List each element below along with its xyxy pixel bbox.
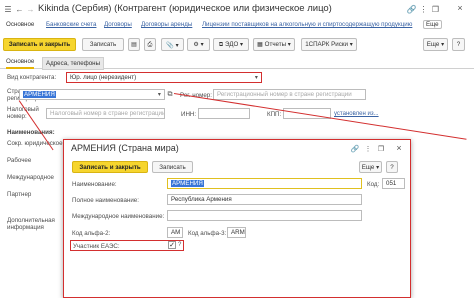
- work-name-label: Рабочее: [7, 157, 32, 164]
- chevron-down-icon: ▾: [157, 91, 161, 98]
- extra-info-label-2: информация: [7, 224, 44, 231]
- close-icon[interactable]: ×: [394, 143, 404, 153]
- reports-label: Отчеты: [264, 41, 287, 48]
- dialog-alpha3-label: Код альфа-3:: [188, 230, 227, 237]
- dialog-eaes-label: Участник ЕАЭС:: [73, 243, 120, 250]
- gear-icon[interactable]: ⚙ ▾: [187, 38, 210, 51]
- dialog-more-button[interactable]: Еще ▾: [359, 161, 382, 173]
- nav-tab-more[interactable]: Еще: [423, 20, 442, 29]
- install-link[interactable]: установлен из...: [334, 111, 379, 117]
- kebab-menu-icon[interactable]: ⋮: [364, 144, 372, 153]
- dialog-intl-name-input[interactable]: [167, 210, 362, 221]
- dialog-name-label: Наименование:: [72, 181, 117, 188]
- chevron-down-icon: ▾: [439, 41, 445, 48]
- vid-label: Вид контрагента:: [7, 74, 57, 81]
- dialog-save-close-button[interactable]: Записать и закрыть: [72, 161, 148, 173]
- kpp-label: КПП:: [267, 111, 282, 118]
- more-label: Еще: [426, 41, 440, 48]
- reg-number-input[interactable]: Регистрационный номер в стране регистрац…: [213, 89, 366, 100]
- nav-tab-lease[interactable]: Договоры аренды: [141, 21, 192, 28]
- kebab-menu-icon[interactable]: ⋮: [419, 4, 428, 14]
- tax-label-2: номер:: [7, 113, 27, 120]
- dialog-full-name-input[interactable]: Республика Армения: [167, 194, 362, 205]
- form-tab-addresses[interactable]: Адреса, телефоны: [42, 57, 105, 70]
- more-button[interactable]: Еще ▾: [423, 38, 448, 51]
- dialog-save-button[interactable]: Записать: [152, 161, 193, 173]
- reports-button[interactable]: ▦ Отчеты ▾: [253, 38, 295, 51]
- dialog-name-input[interactable]: АРМЕНИЯ: [167, 178, 362, 189]
- save-close-button[interactable]: Записать и закрыть: [3, 38, 76, 51]
- partner-label: Партнер: [7, 191, 32, 198]
- nav-tab-licenses[interactable]: Лицензии поставщиков на алкогольную и сп…: [202, 21, 412, 28]
- dialog-title: АРМЕНИЯ (Страна мира): [71, 143, 179, 153]
- edo-label: ЭДО: [225, 41, 239, 48]
- document-icon[interactable]: ▤: [128, 38, 140, 51]
- intl-name-label: Международное: [7, 174, 54, 181]
- dialog-alpha2-input[interactable]: AM: [167, 227, 183, 238]
- back-icon[interactable]: ←: [15, 4, 24, 14]
- dialog-alpha2-label: Код альфа-2:: [72, 230, 111, 237]
- dialog-code-label: Код:: [367, 181, 380, 188]
- reports-icon: ▦: [257, 41, 265, 48]
- chevron-down-icon: ▾: [286, 41, 291, 48]
- open-link-icon[interactable]: ⧉: [166, 90, 174, 99]
- checkmark-icon: ✓: [169, 242, 175, 249]
- extra-info-label-1: Дополнительная: [7, 217, 55, 224]
- nav-tab-contracts[interactable]: Договоры: [104, 21, 132, 28]
- help-button[interactable]: ?: [452, 38, 465, 51]
- inn-label: ИНН:: [181, 111, 197, 118]
- dialog-help-button[interactable]: ?: [386, 161, 398, 173]
- vid-value: Юр. лицо (нерезидент): [70, 74, 137, 81]
- chevron-down-icon: ▾: [374, 163, 380, 171]
- dialog-name-value: АРМЕНИЯ: [171, 180, 204, 187]
- eaes-help-icon[interactable]: ?: [178, 242, 181, 248]
- vid-select[interactable]: Юр. лицо (нерезидент) ▾: [66, 72, 262, 83]
- tax-number-input[interactable]: Налоговый номер в стране регистрации: [46, 108, 165, 119]
- window-title: Kikinda (Сербия) (Контрагент (юридическо…: [38, 3, 332, 14]
- save-button[interactable]: Записать: [82, 38, 124, 51]
- close-icon[interactable]: ×: [455, 3, 465, 13]
- names-label: Наименования:: [7, 129, 55, 136]
- forward-icon[interactable]: →: [26, 4, 35, 14]
- form-tab-main[interactable]: Основное: [6, 58, 35, 69]
- edo-button[interactable]: ⧉ ЭДО ▾: [213, 38, 249, 51]
- spark-button[interactable]: 1СПАРК Риски ▾: [301, 38, 357, 51]
- dialog-code-input[interactable]: 051: [382, 178, 405, 189]
- link-icon[interactable]: 🔗: [407, 4, 417, 14]
- eaes-checkbox[interactable]: ✓: [168, 241, 176, 249]
- dialog-full-name-label: Полное наименование:: [72, 197, 139, 204]
- restore-icon[interactable]: ❐: [431, 4, 440, 14]
- nav-tab-main[interactable]: Основное: [6, 21, 34, 28]
- country-field[interactable]: АРМЕНИЯ ▾: [19, 89, 165, 100]
- chevron-down-icon: ▾: [347, 41, 353, 48]
- attach-icon[interactable]: 📎 ▾: [161, 38, 184, 51]
- print-icon[interactable]: ⎙: [144, 38, 156, 51]
- nav-tab-bank[interactable]: Банковские счета: [46, 21, 96, 28]
- spark-label: 1СПАРК Риски: [305, 41, 348, 48]
- dialog-more-label: Еще: [361, 163, 375, 171]
- dialog-intl-name-label: Международное наименование:: [72, 213, 165, 220]
- restore-icon[interactable]: ❐: [377, 144, 385, 153]
- country-value: АРМЕНИЯ: [23, 91, 56, 98]
- dialog-alpha3-input[interactable]: ARM: [227, 227, 246, 238]
- app-menu-icon[interactable]: ☰: [3, 4, 13, 14]
- chevron-down-icon: ▾: [238, 41, 244, 48]
- chevron-down-icon: ▾: [254, 74, 258, 81]
- short-legal-label: Сокр. юридическое: [7, 140, 63, 147]
- country-dialog: АРМЕНИЯ (Страна мира) 🔗 ⋮ ❐ × Записать и…: [63, 139, 411, 298]
- inn-input[interactable]: [198, 108, 250, 119]
- link-icon[interactable]: 🔗: [351, 144, 360, 153]
